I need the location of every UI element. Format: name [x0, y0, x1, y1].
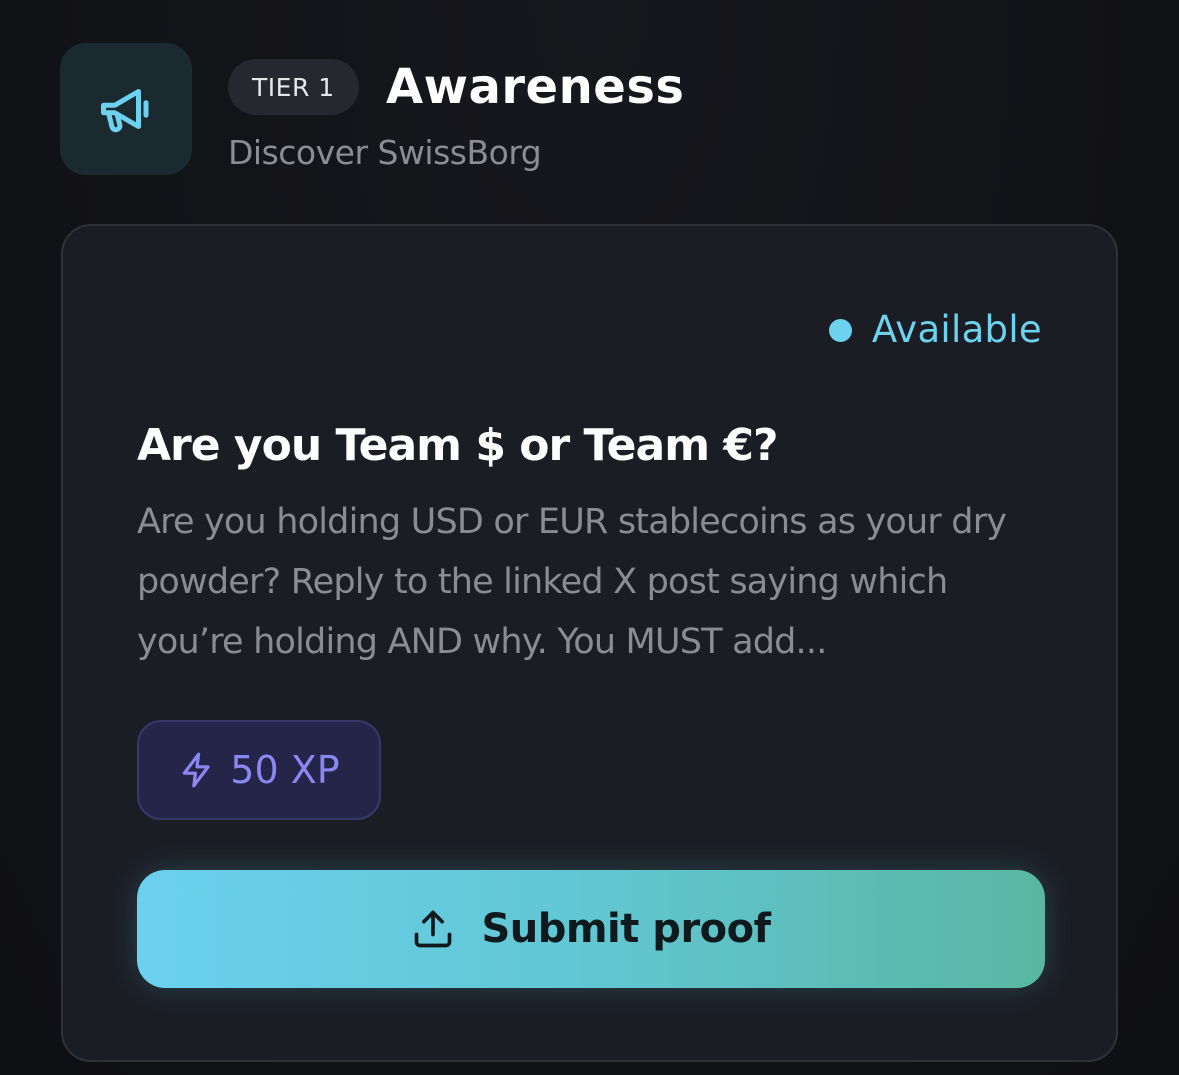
task-card[interactable]: Available Are you Team $ or Team €? Are … [61, 224, 1118, 1062]
status-indicator: Available [828, 306, 1042, 354]
submit-proof-label: Submit proof [481, 906, 771, 952]
tier-badge: TIER 1 [228, 59, 359, 115]
xp-reward-badge: 50 XP [137, 720, 381, 820]
tier-icon-container [60, 43, 192, 175]
status-label: Available [871, 308, 1042, 351]
upload-icon [415, 910, 452, 948]
tier-subtitle: Discover SwissBorg [228, 133, 542, 172]
status-dot [828, 318, 852, 342]
submit-proof-button[interactable]: Submit proof [137, 870, 1045, 988]
lightning-icon [183, 752, 210, 788]
task-description: Are you holding USD or EUR stablecoins a… [137, 502, 1007, 662]
megaphone-icon [101, 89, 149, 133]
tier-title: Awareness [386, 59, 685, 115]
tier-header: TIER 1 Awareness Discover SwissBorg [60, 43, 1120, 175]
xp-reward-label: 50 XP [230, 748, 340, 792]
task-title: Are you Team $ or Team €? [137, 420, 779, 471]
